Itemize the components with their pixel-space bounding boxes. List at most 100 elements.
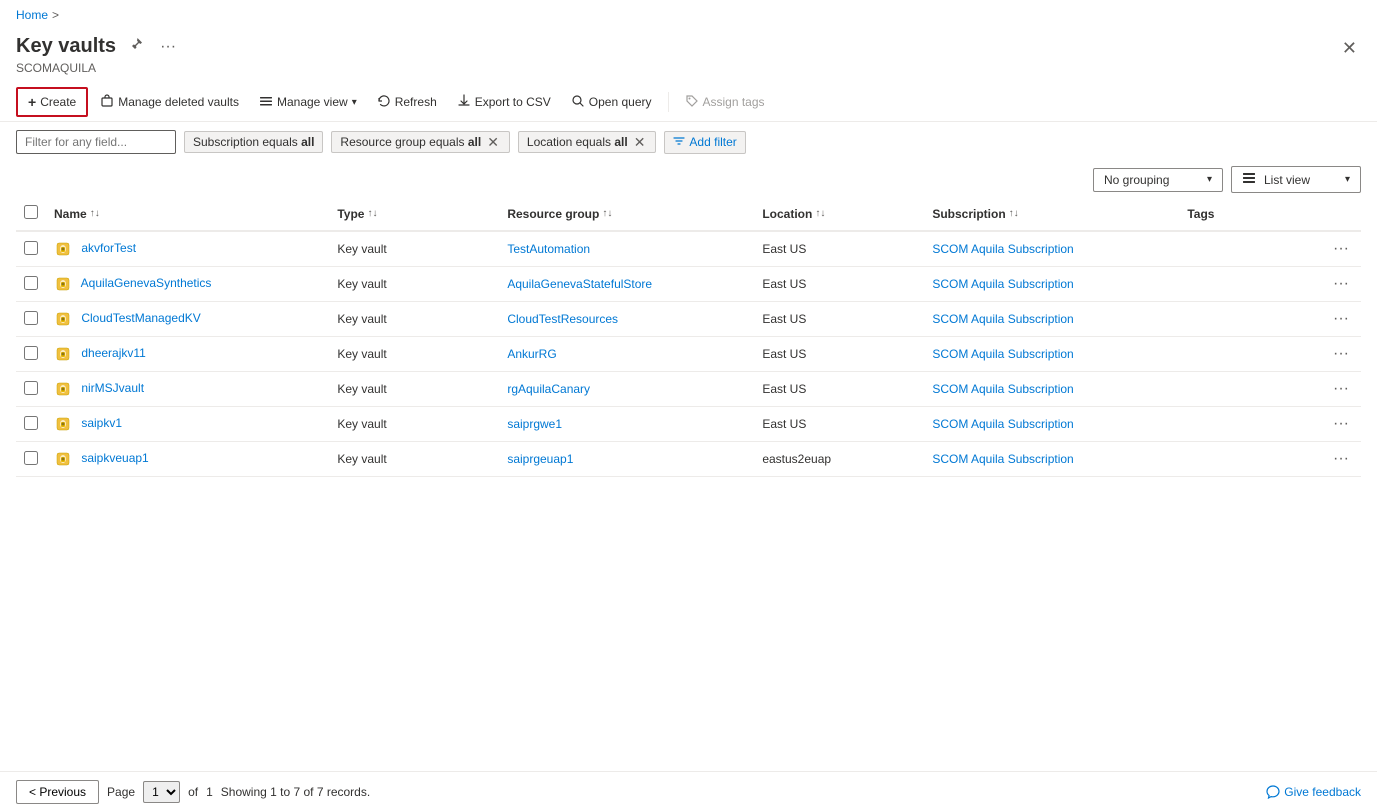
row-name-link[interactable]: CloudTestManagedKV bbox=[81, 311, 200, 325]
row-actions-button[interactable]: ··· bbox=[1329, 343, 1353, 365]
grouping-select[interactable]: No grouping ▾ bbox=[1093, 168, 1223, 192]
row-checkbox[interactable] bbox=[24, 276, 38, 290]
table-row: saipkv1 Key vault saiprgwe1 East US SCOM… bbox=[16, 407, 1361, 442]
row-rg-link[interactable]: AquilaGenevaStatefulStore bbox=[507, 277, 652, 291]
row-subscription-link[interactable]: SCOM Aquila Subscription bbox=[932, 277, 1073, 291]
resource-group-filter-close[interactable]: ✕ bbox=[485, 135, 501, 149]
row-name-link[interactable]: saipkv1 bbox=[81, 416, 122, 430]
view-select[interactable]: List view ▾ bbox=[1231, 166, 1361, 193]
row-subscription-link[interactable]: SCOM Aquila Subscription bbox=[932, 417, 1073, 431]
grouping-label: No grouping bbox=[1104, 173, 1169, 187]
view-chevron: ▾ bbox=[1345, 174, 1350, 185]
row-rg-cell: AnkurRG bbox=[499, 337, 754, 372]
th-rg-sortable[interactable]: Resource group ↑↓ bbox=[507, 207, 746, 221]
th-subscription-sortable[interactable]: Subscription ↑↓ bbox=[932, 207, 1171, 221]
row-name-cell: dheerajkv11 bbox=[46, 337, 329, 372]
table-header-row: Name ↑↓ Type ↑↓ Resource group ↑↓ bbox=[16, 197, 1361, 231]
row-checkbox[interactable] bbox=[24, 381, 38, 395]
row-subscription-link[interactable]: SCOM Aquila Subscription bbox=[932, 382, 1073, 396]
row-checkbox[interactable] bbox=[24, 241, 38, 255]
grouping-chevron: ▾ bbox=[1207, 174, 1212, 185]
row-name-link[interactable]: akvforTest bbox=[81, 241, 136, 255]
more-options-button[interactable]: ··· bbox=[156, 36, 180, 58]
row-type: Key vault bbox=[337, 277, 386, 291]
row-location-cell: East US bbox=[754, 372, 924, 407]
location-filter-close[interactable]: ✕ bbox=[632, 135, 648, 149]
row-actions-button[interactable]: ··· bbox=[1329, 448, 1353, 470]
table-row: CloudTestManagedKV Key vault CloudTestRe… bbox=[16, 302, 1361, 337]
feedback-link[interactable]: Give feedback bbox=[1266, 785, 1361, 799]
toolbar: + Create Manage deleted vaults Manage vi… bbox=[0, 83, 1377, 122]
filter-input[interactable] bbox=[16, 130, 176, 154]
row-subscription-link[interactable]: SCOM Aquila Subscription bbox=[932, 347, 1073, 361]
row-subscription-cell: SCOM Aquila Subscription bbox=[924, 407, 1179, 442]
row-checkbox-cell bbox=[16, 267, 46, 302]
feedback-icon bbox=[1266, 785, 1280, 799]
row-name-link[interactable]: nirMSJvault bbox=[81, 381, 144, 395]
row-rg-link[interactable]: CloudTestResources bbox=[507, 312, 618, 326]
row-actions-button[interactable]: ··· bbox=[1329, 413, 1353, 435]
th-location-sortable[interactable]: Location ↑↓ bbox=[762, 207, 916, 221]
row-tags-cell bbox=[1179, 231, 1321, 267]
refresh-button[interactable]: Refresh bbox=[369, 89, 445, 116]
row-name-link[interactable]: dheerajkv11 bbox=[81, 346, 146, 360]
row-location: East US bbox=[762, 382, 806, 396]
create-button[interactable]: + Create bbox=[16, 87, 88, 117]
previous-button[interactable]: < Previous bbox=[16, 780, 99, 804]
row-subscription-link[interactable]: SCOM Aquila Subscription bbox=[932, 312, 1073, 326]
location-sort-icon: ↑↓ bbox=[815, 208, 825, 219]
page-header: Key vaults ··· SCOMAQUILA ✕ bbox=[0, 30, 1377, 83]
row-actions-button[interactable]: ··· bbox=[1329, 273, 1353, 295]
row-checkbox[interactable] bbox=[24, 311, 38, 325]
open-query-button[interactable]: Open query bbox=[563, 89, 660, 116]
row-name-link[interactable]: AquilaGenevaSynthetics bbox=[81, 276, 212, 290]
row-rg-link[interactable]: TestAutomation bbox=[507, 242, 590, 256]
row-type-cell: Key vault bbox=[329, 231, 499, 267]
th-name-sortable[interactable]: Name ↑↓ bbox=[54, 207, 321, 221]
row-actions-button[interactable]: ··· bbox=[1329, 378, 1353, 400]
row-rg-link[interactable]: saiprgeuap1 bbox=[507, 452, 573, 466]
pin-button[interactable] bbox=[124, 34, 148, 59]
row-location: East US bbox=[762, 417, 806, 431]
export-csv-icon bbox=[457, 94, 471, 111]
row-subscription-link[interactable]: SCOM Aquila Subscription bbox=[932, 452, 1073, 466]
row-location-cell: East US bbox=[754, 267, 924, 302]
row-rg-link[interactable]: rgAquilaCanary bbox=[507, 382, 590, 396]
row-location: East US bbox=[762, 242, 806, 256]
view-label: List view bbox=[1264, 173, 1310, 187]
breadcrumb-home[interactable]: Home bbox=[16, 8, 48, 22]
row-rg-link[interactable]: saiprgwe1 bbox=[507, 417, 562, 431]
row-checkbox[interactable] bbox=[24, 451, 38, 465]
keyvault-icon bbox=[54, 275, 72, 293]
th-resource-group: Resource group ↑↓ bbox=[499, 197, 754, 231]
assign-tags-button[interactable]: Assign tags bbox=[677, 89, 773, 116]
row-checkbox[interactable] bbox=[24, 416, 38, 430]
add-filter-icon bbox=[673, 135, 685, 150]
add-filter-button[interactable]: Add filter bbox=[664, 131, 745, 154]
row-actions-button[interactable]: ··· bbox=[1329, 308, 1353, 330]
row-location: East US bbox=[762, 277, 806, 291]
select-all-checkbox[interactable] bbox=[24, 205, 38, 219]
subscription-filter-label: Subscription equals all bbox=[193, 135, 314, 149]
export-csv-button[interactable]: Export to CSV bbox=[449, 89, 559, 116]
row-rg-link[interactable]: AnkurRG bbox=[507, 347, 556, 361]
row-checkbox-cell bbox=[16, 407, 46, 442]
refresh-icon bbox=[377, 94, 391, 111]
resource-group-filter-label: Resource group equals all bbox=[340, 135, 481, 149]
manage-deleted-label: Manage deleted vaults bbox=[118, 95, 239, 109]
row-subscription-cell: SCOM Aquila Subscription bbox=[924, 442, 1179, 477]
refresh-label: Refresh bbox=[395, 95, 437, 109]
row-actions-button[interactable]: ··· bbox=[1329, 238, 1353, 260]
row-checkbox[interactable] bbox=[24, 346, 38, 360]
row-name-link[interactable]: saipkveuap1 bbox=[81, 451, 148, 465]
th-type-sortable[interactable]: Type ↑↓ bbox=[337, 207, 491, 221]
page-select[interactable]: 1 bbox=[143, 781, 180, 803]
row-subscription-link[interactable]: SCOM Aquila Subscription bbox=[932, 242, 1073, 256]
type-sort-icon: ↑↓ bbox=[367, 208, 377, 219]
row-name-cell: AquilaGenevaSynthetics bbox=[46, 267, 329, 302]
manage-view-button[interactable]: Manage view ▾ bbox=[251, 89, 365, 116]
close-button[interactable]: ✕ bbox=[1338, 34, 1361, 63]
th-type: Type ↑↓ bbox=[329, 197, 499, 231]
of-label: of bbox=[188, 785, 198, 799]
manage-deleted-vaults-button[interactable]: Manage deleted vaults bbox=[92, 89, 247, 116]
